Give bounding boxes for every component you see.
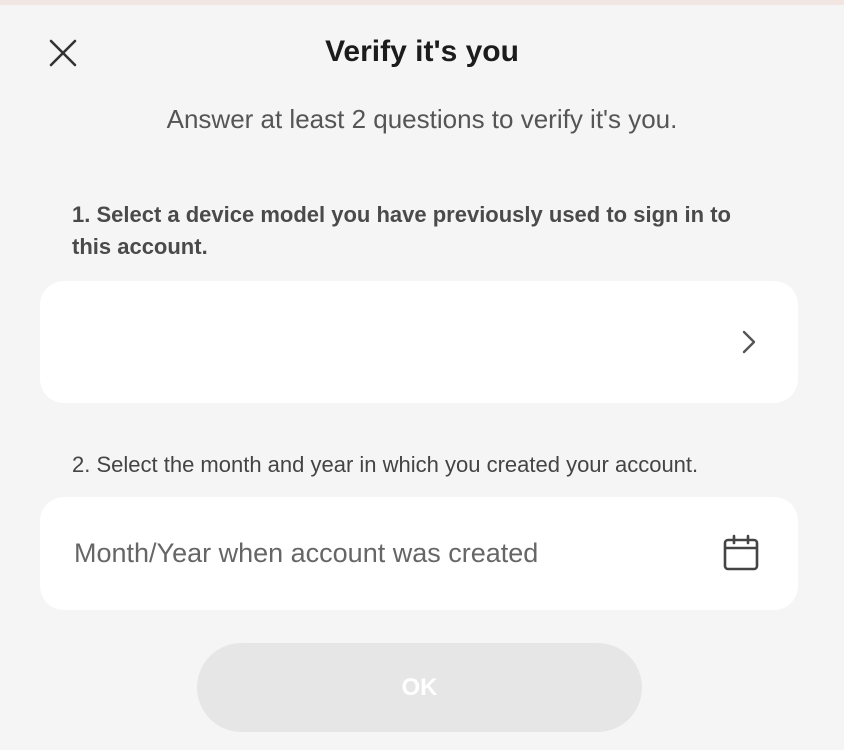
question-1-label: 1. Select a device model you have previo… (72, 202, 731, 259)
account-date-placeholder: Month/Year when account was created (74, 538, 539, 568)
question-2-label: 2. Select the month and year in which yo… (72, 452, 699, 477)
dialog-title: Verify it's you (325, 35, 519, 68)
top-divider (0, 0, 844, 5)
ok-button[interactable]: OK (197, 643, 642, 732)
calendar-icon (723, 534, 759, 571)
dialog-subtitle: Answer at least 2 questions to verify it… (166, 104, 678, 134)
chevron-right-icon (742, 330, 756, 354)
account-date-selector[interactable]: Month/Year when account was created (40, 497, 798, 610)
device-model-selector[interactable] (40, 281, 798, 403)
